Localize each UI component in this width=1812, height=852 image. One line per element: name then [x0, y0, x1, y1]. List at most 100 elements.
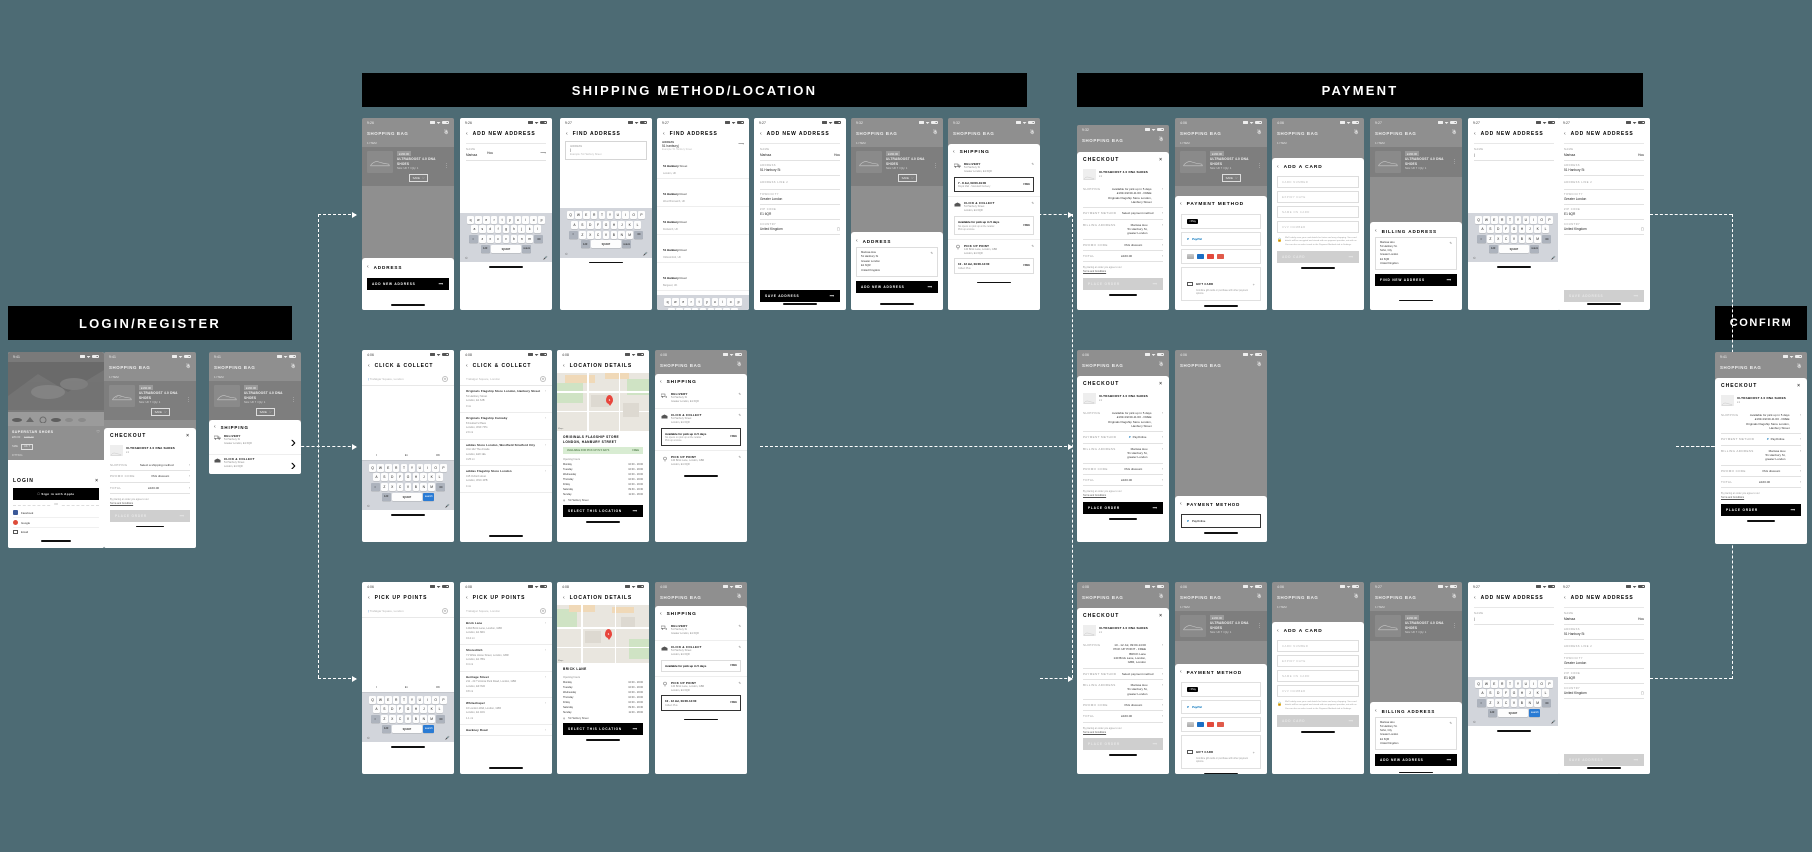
shift-key[interactable]: ⇧ — [1476, 235, 1486, 244]
back-chevron-icon[interactable]: ‹ — [1277, 628, 1280, 634]
add-card-sheet[interactable]: ‹ ADD A CARD CARD NUMBER EXPIRY DATE NAM… — [1272, 622, 1364, 774]
key-J[interactable]: J — [618, 220, 626, 229]
key-f[interactable]: f — [494, 225, 502, 234]
numbers-key[interactable]: 123 — [381, 492, 391, 501]
back-chevron-icon[interactable]: ‹ — [566, 131, 569, 137]
screen-shipping-pickup-selected[interactable]: 4:08 SHOPPING BAG ☃ ‹ SHIPPING DELIVERY 5… — [655, 582, 747, 774]
back-chevron-icon[interactable]: ‹ — [953, 149, 956, 155]
key-T[interactable]: T — [400, 695, 408, 704]
space-key[interactable]: space — [392, 724, 422, 733]
key-x[interactable]: x — [486, 235, 494, 244]
store-map[interactable]: 1 Maps — [557, 373, 649, 431]
key-g[interactable]: g — [699, 307, 707, 310]
key-U[interactable]: U — [416, 463, 424, 472]
checkout-row-billing-address[interactable]: BILLING ADDRESS Marissa Hou 51 Hanbury S… — [1721, 446, 1801, 466]
shift-key[interactable]: ⇧ — [568, 230, 578, 239]
profile-icon[interactable]: ☃ — [1257, 130, 1262, 136]
country-field[interactable]: COUNTRY United Kingdom ▢ — [760, 220, 840, 236]
key-G[interactable]: G — [1510, 689, 1518, 698]
key-j[interactable]: j — [518, 225, 526, 234]
key-j[interactable]: j — [715, 307, 723, 310]
back-chevron-icon[interactable]: ‹ — [1375, 708, 1378, 714]
keyboard-row-4[interactable]: 123 space return — [462, 244, 551, 253]
back-chevron-icon[interactable]: ‹ — [1180, 201, 1183, 207]
checkout-row-shipping[interactable]: SHIPPING Available for pick up in 5 days… — [1083, 408, 1163, 433]
sign-in-with-apple-button[interactable]:  Sign in with Apple — [13, 488, 99, 501]
key-W[interactable]: W — [575, 211, 582, 219]
emoji-key[interactable]: ☺ — [465, 256, 469, 260]
profile-icon[interactable]: ☃ — [1354, 594, 1359, 600]
pickup-slot-selected[interactable]: 10 - 12 Jul, 09:00-14:00 Collect Plus FR… — [661, 695, 741, 711]
select-this-location-button[interactable]: SELECT THIS LOCATION ⟶ — [563, 722, 643, 735]
saved-billing-address-card[interactable]: Marissa Hou 51 Hanbury St. Soho, City Gr… — [1375, 237, 1457, 270]
keyboard[interactable]: q w e r t y u i o p a s d f g h j k l — [460, 212, 552, 263]
key-B[interactable]: B — [1518, 235, 1526, 244]
key-U[interactable]: U — [614, 211, 622, 219]
delivery-slot-selected[interactable]: 7 - 8 Jul, 09:00-19:00 Royal Mail - Stan… — [954, 176, 1034, 193]
terms-link[interactable]: Terms and Conditions — [1083, 731, 1106, 734]
screen-confirm-checkout[interactable]: 9:41 SHOPPING BAG ☃ CHECKOUT × ULTRABOOST… — [1715, 352, 1807, 544]
key-G[interactable]: G — [1510, 225, 1518, 234]
key-i[interactable]: i — [522, 215, 530, 224]
key-W[interactable]: W — [377, 695, 384, 704]
pencil-icon[interactable]: ✎ — [1031, 162, 1034, 166]
screen-find-address-empty[interactable]: 9:27 ‹ FIND ADDRESS ADDRESS | Example: 5… — [560, 118, 652, 310]
key-Y[interactable]: Y — [1514, 679, 1522, 688]
screen-add-new-address-filled[interactable]: 9:27 ‹ ADD NEW ADDRESS NAME Marissa Hou … — [754, 118, 846, 310]
numbers-key[interactable]: 123 — [580, 240, 590, 249]
click-collect-slot-selected[interactable]: Available for pick up in 5 days No opens… — [661, 427, 741, 447]
address-suggestion[interactable]: 51 Hanbury Road West Bromwich, UK — [657, 179, 749, 207]
key-K[interactable]: K — [626, 220, 633, 229]
key-J[interactable]: J — [1526, 225, 1534, 234]
back-chevron-icon[interactable]: ‹ — [660, 379, 663, 385]
screen-add-a-card[interactable]: 4:06 SHOPPING BAG ☃ 1 ITEM ‹ ADD A CARD C… — [1272, 118, 1364, 310]
key-D[interactable]: D — [388, 705, 396, 714]
key-U[interactable]: U — [1522, 679, 1530, 688]
key-C[interactable]: C — [1502, 235, 1510, 244]
name-field[interactable]: NAME | — [1474, 145, 1554, 161]
back-chevron-icon[interactable]: ‹ — [563, 595, 566, 601]
shipping-option-click-collect[interactable]: CLICK & COLLECT 51 Hanbury Street London… — [655, 409, 747, 452]
key-D[interactable]: D — [586, 220, 594, 229]
map-pin[interactable]: 1 — [605, 629, 612, 638]
profile-icon[interactable]: ☃ — [444, 130, 449, 136]
key-L[interactable]: L — [436, 705, 443, 714]
payment-option-apple-pay[interactable]: Pay — [1181, 214, 1261, 229]
pickup-slot[interactable]: 10 - 12 Jul, 09:00-14:00 Collect Plus FR… — [954, 258, 1034, 274]
checkout-row-promo[interactable]: PROMO CODE Pick discount › — [1721, 466, 1801, 478]
address-suggestion[interactable]: 51 Hanbury Road Oldswinford, UK — [657, 235, 749, 263]
back-chevron-icon[interactable]: ‹ — [1564, 131, 1567, 137]
arrow-right-icon[interactable]: ⟶ — [738, 141, 744, 146]
key-X[interactable]: X — [388, 715, 396, 724]
key-r[interactable]: r — [490, 215, 498, 224]
emoji-key[interactable]: ☺ — [1473, 720, 1477, 724]
screen-checkout-initial[interactable]: 9:41 SHOPPING BAG ☃ 1 ITEM £160.00 ULTRA… — [104, 352, 196, 548]
key-u[interactable]: u — [514, 215, 522, 224]
terms-link[interactable]: Terms and Conditions — [1721, 496, 1744, 499]
locate-me-icon[interactable]: ✥ — [442, 376, 448, 382]
town-city-field[interactable]: TOWN/CITY Greater London — [1564, 190, 1644, 205]
key-R[interactable]: R — [392, 695, 400, 704]
close-icon[interactable]: × — [95, 478, 99, 484]
pencil-icon[interactable]: ✎ — [738, 392, 741, 396]
keyboard-upper[interactable]: Q W E R T Y U I O P A S D F G H J K L ⇧ … — [560, 208, 652, 258]
key-z[interactable]: z — [479, 235, 486, 244]
screen-location-details-store[interactable]: 4:08 ‹ LOCATION DETAILS 1 Maps ORIGINALS… — [557, 350, 649, 542]
add-card-sheet[interactable]: ‹ ADD A CARD CARD NUMBER EXPIRY DATE NAM… — [1272, 158, 1364, 310]
key-d[interactable]: d — [683, 307, 691, 310]
back-chevron-icon[interactable]: ‹ — [663, 131, 666, 137]
key-F[interactable]: F — [1502, 225, 1510, 234]
key-t[interactable]: t — [498, 215, 506, 224]
backspace-key[interactable]: ⌫ — [1542, 699, 1552, 708]
key-F[interactable]: F — [1502, 689, 1510, 698]
key-O[interactable]: O — [1538, 215, 1545, 224]
key-X[interactable]: X — [1494, 235, 1502, 244]
key-q[interactable]: q — [664, 297, 671, 306]
screen-click-collect-search[interactable]: 4:06 ‹ CLICK & COLLECT | Trafalgar Squar… — [362, 350, 454, 542]
keyboard-upper[interactable]: Q W E R T Y U I O P A S D F G H J K L ⇧ … — [362, 460, 454, 511]
pencil-icon[interactable]: ✎ — [738, 681, 741, 685]
place-order-button[interactable]: PLACE ORDER ⟶ — [1083, 738, 1163, 751]
key-X[interactable]: X — [1494, 699, 1502, 708]
key-L[interactable]: L — [436, 473, 443, 482]
key-M[interactable]: M — [428, 715, 435, 724]
